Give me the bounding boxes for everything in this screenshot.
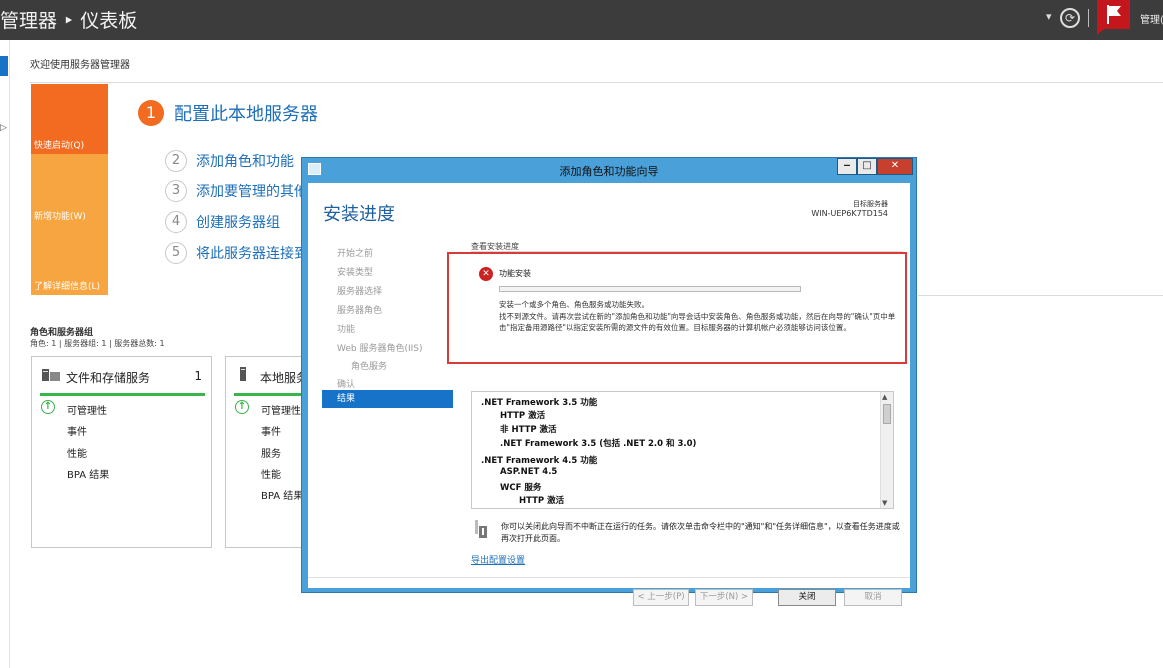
file-storage-icon — [42, 369, 60, 381]
nav-install-type[interactable]: 安装类型 — [337, 265, 373, 278]
nav-server-roles[interactable]: 服务器角色 — [337, 303, 382, 316]
nav-confirmation[interactable]: 确认 — [337, 377, 355, 390]
tile-learn-more[interactable]: 了解详细信息(L) — [31, 225, 108, 295]
scroll-down-icon[interactable]: ▼ — [882, 499, 887, 507]
step-link[interactable]: 创建服务器组 — [196, 212, 280, 232]
next-button[interactable]: 下一步(N) > — [695, 589, 753, 606]
scroll-up-icon[interactable]: ▲ — [882, 393, 887, 401]
dialog-title: 添加角色和功能向导 — [559, 165, 659, 178]
card-row-manageability[interactable]: 可管理性 — [261, 402, 301, 417]
list-item: HTTP 激活 — [519, 496, 565, 506]
card-count: 1 — [194, 369, 202, 383]
cancel-button[interactable]: 取消 — [844, 589, 902, 606]
server-icon — [240, 367, 246, 381]
dropdown-caret-icon[interactable]: ▾ — [1046, 10, 1052, 23]
card-row-events[interactable]: 事件 — [261, 423, 281, 438]
nav-before-you-begin[interactable]: 开始之前 — [337, 246, 373, 259]
card-row-services[interactable]: 服务 — [261, 445, 281, 460]
list-item: .NET Framework 3.5 功能 — [481, 398, 598, 408]
expand-arrow-icon[interactable]: ▷ — [0, 123, 7, 133]
list-item: .NET Framework 4.5 功能 — [481, 456, 598, 466]
step-number: 3 — [165, 180, 187, 202]
list-item: WCF 服务 — [500, 483, 542, 493]
error-icon: ✕ — [479, 267, 493, 281]
step-number: 1 — [138, 100, 164, 126]
card-row-bpa[interactable]: BPA 结果 — [261, 487, 303, 502]
step-link[interactable]: 添加角色和功能 — [196, 151, 294, 171]
scroll-thumb[interactable] — [883, 404, 891, 424]
list-item: HTTP 激活 — [500, 411, 546, 421]
feature-list[interactable]: .NET Framework 3.5 功能 HTTP 激活 非 HTTP 激活 … — [471, 391, 894, 509]
feature-list-scrollbar[interactable]: ▲ ▼ — [880, 392, 893, 508]
step-link[interactable]: 添加要管理的其他 — [196, 181, 308, 201]
card-row-performance[interactable]: 性能 — [67, 445, 87, 460]
previous-button[interactable]: < 上一步(P) — [633, 589, 689, 606]
step-number: 4 — [165, 211, 187, 233]
left-nav-strip: ▷ — [0, 40, 10, 668]
tile-whats-new[interactable]: 新增功能(W) — [31, 154, 108, 225]
nav-web-server-role[interactable]: Web 服务器角色(IIS) — [337, 341, 423, 354]
maximize-button[interactable]: □ — [857, 158, 877, 175]
up-arrow-ok-icon: ↑ — [41, 400, 55, 414]
up-arrow-ok-icon: ↑ — [235, 400, 249, 414]
step-link[interactable]: 配置此本地服务器 — [174, 100, 318, 126]
role-card-file-storage[interactable]: 文件和存储服务 1 ↑ 可管理性 事件 性能 BPA 结果 — [31, 356, 212, 548]
task-note: 你可以关闭此向导而不中断正在运行的任务。请依次单击命令栏中的"通知"和"任务详细… — [501, 522, 900, 543]
card-title[interactable]: 文件和存储服务 — [66, 369, 150, 386]
list-item: .NET Framework 3.5 (包括 .NET 2.0 和 3.0) — [500, 439, 697, 449]
manage-menu[interactable]: 管理( — [1140, 11, 1163, 26]
close-window-button[interactable]: ✕ — [877, 158, 913, 175]
dialog-heading: 安装进度 — [323, 204, 395, 225]
install-progress-bar — [499, 286, 801, 292]
close-button[interactable]: 关闭 — [778, 589, 836, 606]
minimize-button[interactable]: ‒ — [837, 158, 857, 175]
refresh-icon[interactable]: ⟳ — [1060, 8, 1080, 28]
page-title: 管理器 ‣ 仪表板 — [0, 10, 138, 32]
card-row-manageability[interactable]: 可管理性 — [67, 402, 107, 417]
nav-server-selection[interactable]: 服务器选择 — [337, 284, 382, 297]
step-number: 2 — [165, 150, 187, 172]
step-link[interactable]: 将此服务器连接到 — [196, 243, 308, 263]
target-server-label: 目标服务器 — [853, 200, 888, 208]
section-divider — [918, 295, 1163, 296]
header-separator — [1088, 9, 1089, 27]
tile-quick-start[interactable]: 快速启动(Q) — [31, 84, 108, 154]
top-header: 管理器 ‣ 仪表板 ▾ ⟳ 管理( — [0, 0, 1163, 40]
list-item: ASP.NET 4.5 — [500, 467, 558, 477]
nav-selected-indicator[interactable] — [0, 56, 8, 76]
flag-icon — [1107, 5, 1121, 24]
nav-role-services[interactable]: 角色服务 — [351, 359, 387, 372]
add-roles-wizard-dialog: 添加角色和功能向导 ‒ □ ✕ 安装进度 目标服务器 WIN-UEP6K7TD1… — [301, 157, 917, 606]
list-item: 非 HTTP 激活 — [500, 425, 557, 435]
roles-summary: 角色: 1 | 服务器组: 1 | 服务器总数: 1 — [30, 339, 165, 348]
notifications-flag-button[interactable] — [1097, 0, 1130, 29]
welcome-title: 欢迎使用服务器管理器 — [30, 60, 130, 71]
card-row-performance[interactable]: 性能 — [261, 466, 281, 481]
card-row-bpa[interactable]: BPA 结果 — [67, 466, 109, 481]
nav-features[interactable]: 功能 — [337, 322, 355, 335]
welcome-divider — [30, 82, 1163, 83]
nav-results[interactable]: 结果 — [322, 390, 453, 408]
dialog-titlebar[interactable]: 添加角色和功能向导 ‒ □ ✕ — [302, 158, 916, 182]
card-status-bar — [40, 393, 205, 396]
task-note-icon — [475, 520, 487, 538]
dialog-body: 安装进度 目标服务器 WIN-UEP6K7TD154 开始之前 安装类型 服务器… — [308, 183, 910, 606]
error-summary: 安装一个或多个角色、角色服务或功能失败。 — [499, 300, 649, 309]
flag-tail — [1097, 29, 1104, 35]
step-number: 5 — [165, 242, 187, 264]
error-title: 功能安装 — [499, 269, 531, 278]
roles-title: 角色和服务器组 — [30, 328, 94, 338]
error-detail: 找不到源文件。请再次尝试在新的"添加角色和功能"向导会话中安装角色、角色服务或功… — [499, 312, 896, 332]
export-config-link[interactable]: 导出配置设置 — [471, 553, 525, 566]
target-server-name: WIN-UEP6K7TD154 — [811, 209, 888, 218]
card-row-events[interactable]: 事件 — [67, 423, 87, 438]
button-divider — [308, 577, 910, 578]
